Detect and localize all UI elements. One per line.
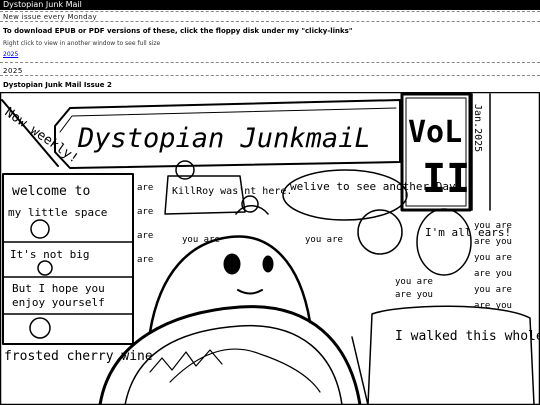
side-vertical-date: Jan.2025 xyxy=(472,104,483,152)
site-subtitle: New issue every Monday xyxy=(3,13,97,21)
vol-label: VoL xyxy=(408,115,462,150)
are-you-text: are you xyxy=(474,237,512,247)
divider xyxy=(0,21,540,22)
comic-image[interactable]: Now weekly! Dystopian JunkmaiL VoL II Ja… xyxy=(0,92,540,405)
are-word: are xyxy=(137,207,153,217)
are-you-text: are you xyxy=(395,290,433,300)
year-link-2025[interactable]: 2025 xyxy=(3,51,18,58)
you-are-text: you are xyxy=(474,253,512,263)
vol-number: II xyxy=(422,156,470,202)
are-you-text: are you xyxy=(474,301,512,311)
you-are-text: you are xyxy=(474,285,512,295)
left-panel-line2: my little space xyxy=(8,206,107,219)
banner-title: Dystopian JunkmaiL xyxy=(77,123,371,154)
you-are-text: you are xyxy=(395,277,433,287)
year-heading: 2025 xyxy=(3,67,23,75)
bottom-left-text: frosted cherry wine xyxy=(4,349,153,364)
download-instructions: To download EPUB or PDF versions of thes… xyxy=(3,27,353,35)
you-are-text: you are xyxy=(305,235,343,245)
site-title: Dystopian Junk Mail xyxy=(3,0,82,9)
divider xyxy=(0,75,540,76)
are-you-text: are you xyxy=(474,269,512,279)
view-hint: Right click to view in another window to… xyxy=(3,40,161,47)
are-word: are xyxy=(137,255,153,265)
are-word: are xyxy=(137,183,153,193)
issue-title: Dystopian Junk Mail Issue 2 xyxy=(3,81,112,89)
site-title-bar: Dystopian Junk Mail xyxy=(0,0,540,10)
bubble-live: welive to see another Day xyxy=(290,180,456,193)
you-are-text: you are xyxy=(474,221,512,231)
are-word: are xyxy=(137,231,153,241)
divider xyxy=(0,11,540,12)
left-panel-line4: But I hope you xyxy=(12,282,105,295)
walked-text: I walked this whole city until my feet B… xyxy=(395,329,540,344)
killroy-text: KillRoy was'nt here. xyxy=(172,186,292,197)
divider xyxy=(0,62,540,63)
left-panel-line1: welcome to xyxy=(12,184,90,199)
left-panel-line5: enjoy yourself xyxy=(12,296,105,309)
left-panel-line3: It's not big xyxy=(10,248,89,261)
